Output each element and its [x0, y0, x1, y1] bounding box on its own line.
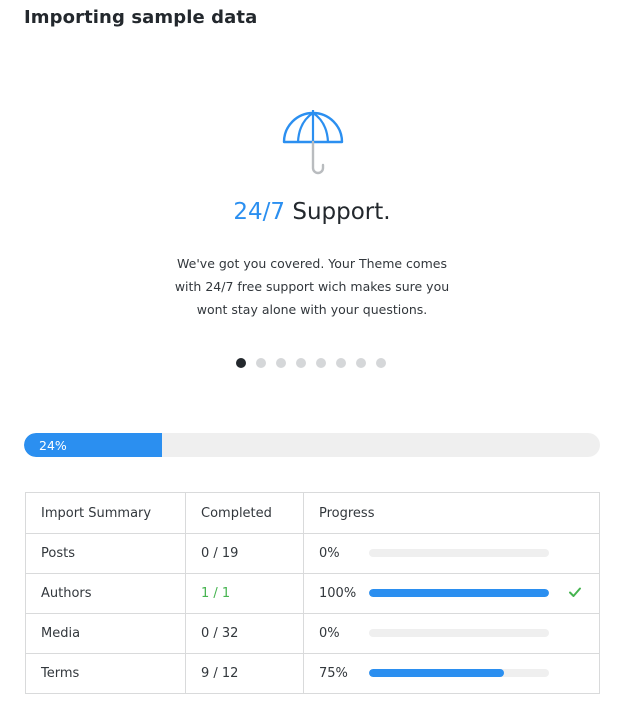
row-progress: 75% [303, 653, 600, 694]
column-header-completed: Completed [185, 492, 304, 534]
slide-pagination [236, 358, 386, 370]
headline-text: Support. [285, 199, 391, 225]
import-summary-table: Import Summary Completed Progress Posts … [25, 492, 600, 694]
slide-dot[interactable] [296, 358, 306, 368]
row-progress: 100% [303, 573, 600, 614]
table-row: Posts 0 / 19 0% [25, 533, 600, 574]
overall-progress-label: 24% [39, 437, 67, 453]
slide-dot[interactable] [336, 358, 346, 368]
row-progress-label: 100% [319, 586, 357, 601]
row-completed: 0 / 32 [185, 613, 304, 654]
row-completed: 1 / 1 [185, 573, 304, 614]
row-progress-fill [369, 589, 549, 597]
slide-dot[interactable] [376, 358, 386, 368]
overall-progress-fill: 24% [24, 433, 163, 457]
row-progress-bar [369, 549, 549, 557]
row-name: Authors [25, 573, 186, 614]
slide-dot[interactable] [276, 358, 286, 368]
row-completed: 0 / 19 [185, 533, 304, 574]
headline-accent: 24/7 [233, 199, 286, 225]
column-header-progress: Progress [303, 492, 600, 534]
slide-dot[interactable] [316, 358, 326, 368]
slide-description: We've got you covered. Your Theme comes … [174, 256, 450, 317]
slide-dot[interactable] [236, 358, 246, 368]
umbrella-icon [282, 110, 344, 175]
row-progress-label: 75% [319, 666, 348, 681]
table-row: Media 0 / 32 0% [25, 613, 600, 654]
row-progress: 0% [303, 533, 600, 574]
row-name: Media [25, 613, 186, 654]
row-progress-bar [369, 669, 549, 677]
slide-dot[interactable] [256, 358, 266, 368]
row-name: Posts [25, 533, 186, 574]
slide-dot[interactable] [356, 358, 366, 368]
table-row: Authors 1 / 1 100% [25, 573, 600, 614]
slide-headline: 24/7 Support. [0, 199, 617, 225]
checkmark-icon [569, 587, 581, 597]
row-completed: 9 / 12 [185, 653, 304, 694]
row-progress-bar [369, 589, 549, 597]
row-progress-label: 0% [319, 546, 340, 561]
row-progress: 0% [303, 613, 600, 654]
row-progress-fill [369, 669, 504, 677]
row-progress-label: 0% [319, 626, 340, 641]
overall-progress-bar: 24% [24, 433, 600, 457]
page-title: Importing sample data [24, 7, 258, 28]
table-header-row: Import Summary Completed Progress [25, 492, 600, 534]
row-name: Terms [25, 653, 186, 694]
table-row: Terms 9 / 12 75% [25, 653, 600, 694]
row-progress-bar [369, 629, 549, 637]
import-page: Importing sample data 24/7 Support. We'v… [0, 0, 617, 705]
column-header-summary: Import Summary [25, 492, 186, 534]
